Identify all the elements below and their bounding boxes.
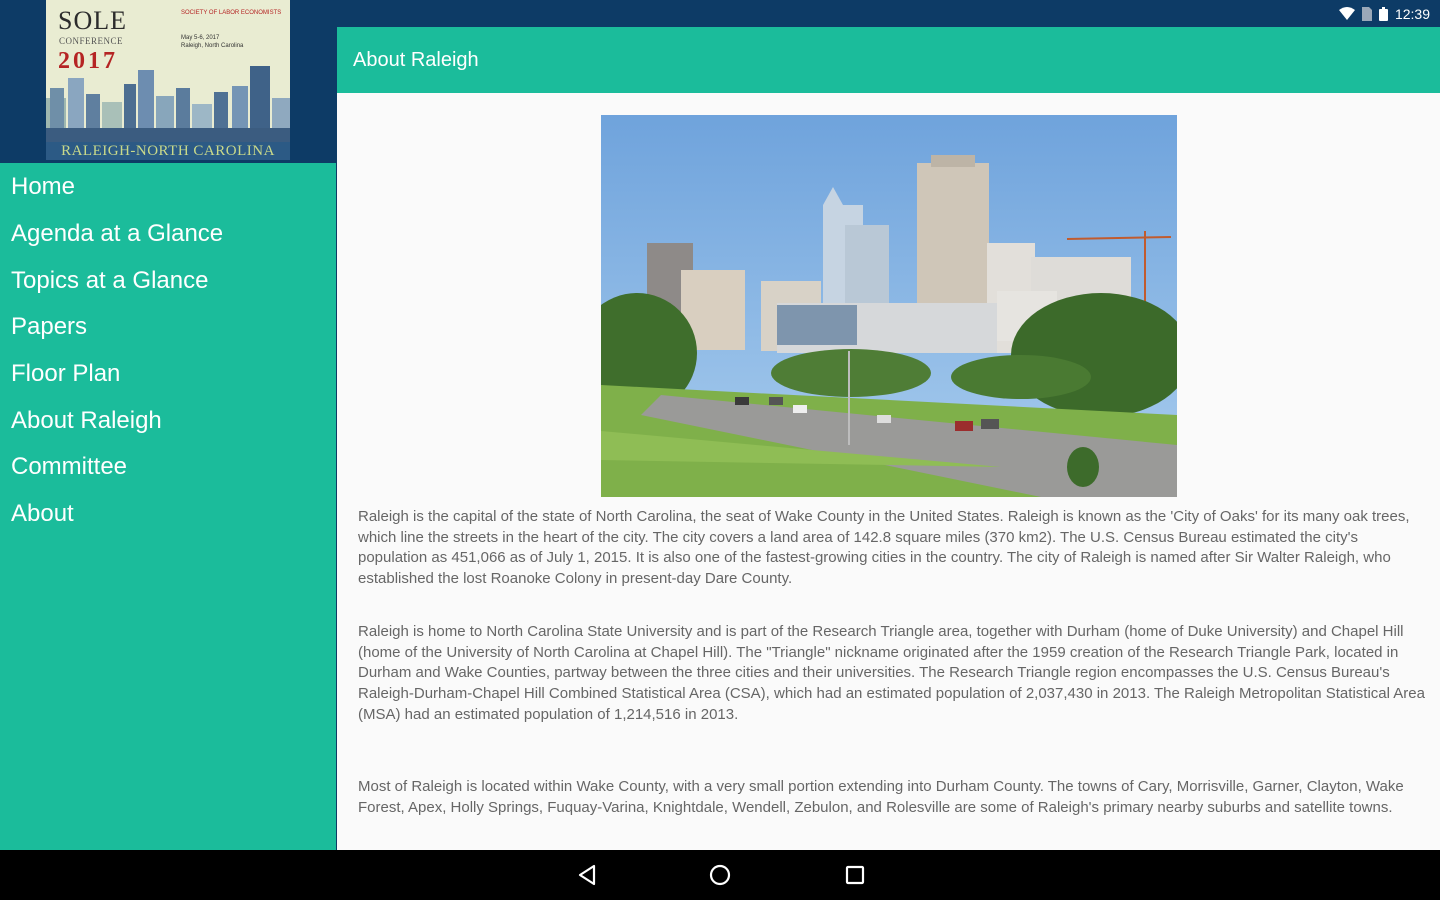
app-bar: About Raleigh (337, 27, 1440, 93)
logo-organization: SOCIETY OF LABOR ECONOMISTS (181, 10, 282, 16)
logo-dates: May 5-6, 2017 Raleigh, North Carolina (181, 34, 285, 50)
content-area[interactable]: Raleigh is the capital of the state of N… (337, 93, 1440, 850)
logo-subtitle: CONFERENCE (59, 36, 124, 46)
sidebar-item-about-raleigh[interactable]: About Raleigh (11, 405, 162, 437)
logo-location-text: Raleigh, North Carolina (181, 43, 244, 49)
skyline-graphic (46, 66, 290, 142)
paragraph-3: Most of Raleigh is located within Wake C… (358, 778, 1404, 816)
logo-caption: RALEIGH-NORTH CAROLINA (46, 142, 290, 160)
system-nav-bar (0, 850, 1440, 900)
sidebar-item-floor-plan[interactable]: Floor Plan (11, 358, 120, 390)
home-icon[interactable] (707, 862, 733, 888)
logo-title: SOLE (58, 6, 127, 35)
conference-logo: SOLE CONFERENCE 2017 SOCIETY OF LABOR EC… (46, 0, 290, 160)
sidebar-item-papers[interactable]: Papers (11, 311, 87, 343)
sidebar-item-agenda[interactable]: Agenda at a Glance (11, 218, 223, 250)
sidebar-item-topics[interactable]: Topics at a Glance (11, 265, 208, 297)
paragraph-1: Raleigh is the capital of the state of N… (358, 508, 1410, 588)
page-title: About Raleigh (353, 49, 479, 71)
paragraph-2: Raleigh is home to North Carolina State … (358, 623, 1425, 723)
sidebar-header: SOLE CONFERENCE 2017 SOCIETY OF LABOR EC… (0, 0, 336, 163)
back-icon[interactable] (574, 862, 600, 888)
sidebar-item-about[interactable]: About (11, 498, 74, 530)
logo-date-text: May 5-6, 2017 (181, 35, 220, 41)
raleigh-skyline-photo (601, 115, 1177, 497)
sidebar-item-home[interactable]: Home (11, 171, 75, 203)
navigation-drawer: Home Agenda at a Glance Topics at a Glan… (0, 163, 336, 850)
status-icons: 12:39 (1338, 4, 1430, 24)
battery-icon (1378, 7, 1388, 21)
sidebar-item-committee[interactable]: Committee (11, 451, 127, 483)
status-time: 12:39 (1394, 6, 1430, 22)
recents-icon[interactable] (842, 862, 868, 888)
wifi-icon (1338, 7, 1355, 21)
sim-icon (1361, 7, 1372, 21)
